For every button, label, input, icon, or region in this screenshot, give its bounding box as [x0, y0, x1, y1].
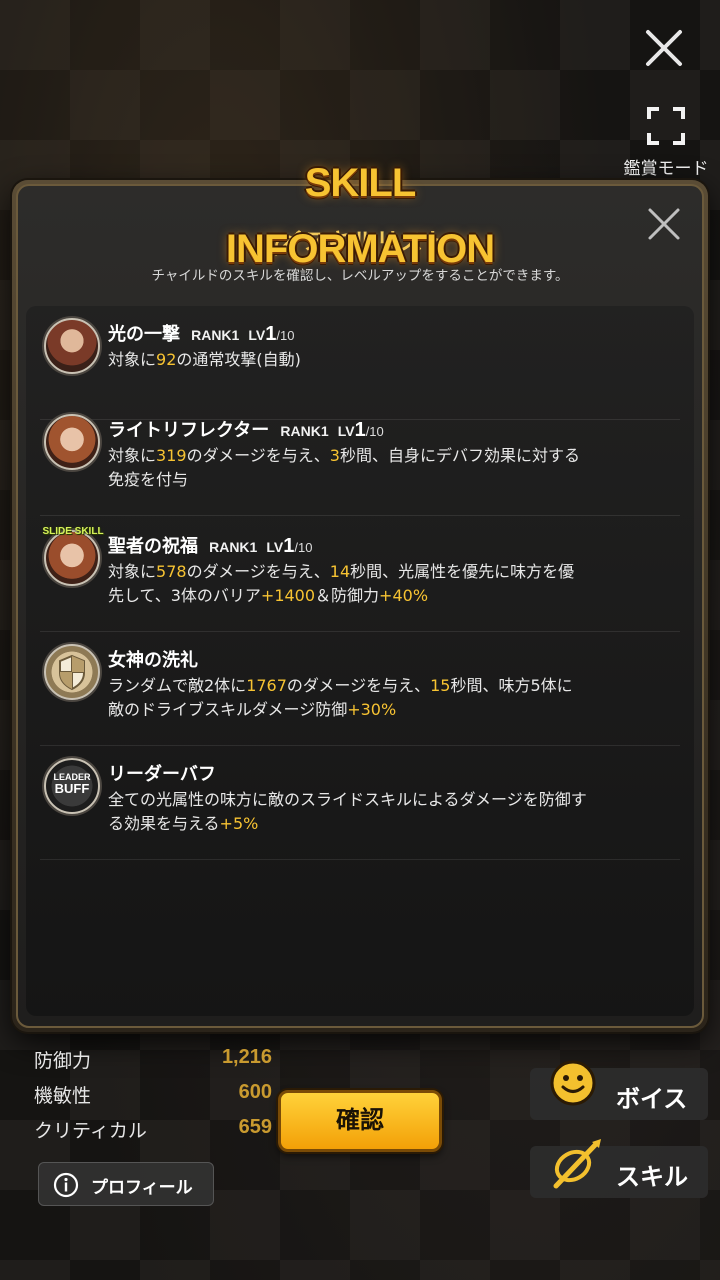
skill-item[interactable]: 女神の洗礼 ランダムで敵2体に1767のダメージを与え、15秒間、味方5体に敵の… [40, 632, 680, 746]
stat-value: 600 [238, 1081, 272, 1103]
skill-level: 1 [265, 323, 277, 345]
skill-text: のダメージを与え、 [186, 562, 330, 581]
skill-value-highlight: 15 [430, 676, 451, 695]
skill-swords-icon [553, 1139, 601, 1189]
skill-information-banner: SKILL INFORMATION [200, 150, 520, 271]
skill-value-highlight: 1767 [246, 676, 287, 695]
stat-label: クリティカル [34, 1120, 147, 1142]
skill-name: ライトリフレクター [108, 420, 270, 441]
skill-description: ランダムで敵2体に1767のダメージを与え、15秒間、味方5体に敵のドライブスキ… [108, 674, 588, 722]
skill-level-max: /10 [365, 424, 384, 439]
shield-icon [44, 644, 100, 700]
skill-portrait-icon [44, 414, 100, 470]
stat-value: 1,216 [221, 1046, 272, 1068]
skill-text: 対象に [108, 562, 157, 581]
skill-portrait-icon [44, 318, 100, 374]
slide-skill-badge: SLIDE SKILL [42, 526, 104, 537]
skill-name: リーダーバフ [108, 764, 216, 785]
view-mode-label: 鑑賞モード [623, 159, 709, 179]
leader-buff-icon: LEADER BUFF [44, 758, 100, 814]
skill-rank: RANK1 [280, 423, 329, 439]
leader-badge-bottom: BUFF [54, 781, 90, 796]
skill-description: 対象に319のダメージを与え、3秒間、自身にデバフ効果に対する免疫を付与 [108, 444, 588, 492]
skill-value-highlight: 578 [156, 562, 187, 581]
stat-row: 防御力 1,216 [34, 1046, 284, 1081]
smiley-icon [550, 1060, 596, 1106]
banner-text: SKILL INFORMATION [225, 161, 495, 271]
skill-level-label: LV [266, 539, 284, 555]
skill-value-highlight: 319 [156, 446, 187, 465]
skill-description: 対象に578のダメージを与え、14秒間、光属性を優先に味方を優先して、3体のバリ… [108, 560, 588, 608]
skill-value-highlight: +1400 [260, 586, 316, 605]
skill-text: のダメージを与え、 [186, 446, 330, 465]
skill-portrait-icon [44, 530, 100, 586]
skill-name: 聖者の祝福 [108, 536, 198, 557]
skill-value-highlight: 3 [329, 446, 340, 465]
skill-level-max: /10 [276, 328, 295, 343]
skill-rank: RANK1 [209, 539, 258, 555]
skill-value-highlight: 14 [329, 562, 351, 581]
skill-value-highlight: 92 [156, 350, 177, 369]
skill-level-max: /10 [294, 540, 313, 555]
info-icon [53, 1172, 79, 1198]
fullscreen-icon [647, 107, 685, 145]
skill-level-label: LV [248, 327, 266, 343]
stat-value: 659 [238, 1116, 272, 1138]
screen-close-button[interactable] [640, 24, 688, 72]
skill-value-highlight: +5% [219, 814, 259, 833]
skill-item[interactable]: ライトリフレクター RANK1 LV1/10 対象に319のダメージを与え、3秒… [40, 402, 680, 516]
skill-value-highlight: +40% [379, 586, 429, 605]
stat-label: 防御力 [34, 1050, 92, 1072]
confirm-button[interactable]: 確認 [278, 1090, 442, 1152]
skill-name: 光の一撃 [108, 324, 180, 345]
skill-button-label: スキル [616, 1163, 688, 1191]
voice-button-label: ボイス [616, 1085, 688, 1113]
skill-item[interactable]: LEADER BUFF リーダーバフ 全ての光属性の味方に敵のスライドスキルによ… [40, 746, 680, 860]
skill-button[interactable]: スキル [530, 1139, 708, 1198]
skill-description: 全ての光属性の味方に敵のスライドスキルによるダメージを防御する効果を与える+5% [108, 788, 588, 836]
skill-level-label: LV [337, 423, 355, 439]
close-icon [646, 30, 682, 66]
skill-level: 1 [354, 419, 366, 441]
voice-button[interactable]: ボイス [530, 1060, 708, 1120]
skill-value-highlight: +30% [347, 700, 397, 719]
modal-body: スキルリスト チャイルドのスキルを確認し、レベルアップをすることができます。 光… [16, 184, 704, 1028]
skill-info-modal: スキルリスト チャイルドのスキルを確認し、レベルアップをすることができます。 光… [12, 180, 708, 1032]
stat-row: 機敏性 600 [34, 1081, 284, 1116]
skill-text: ランダムで敵2体に [108, 676, 247, 695]
profile-button[interactable]: プロフィール [38, 1162, 214, 1206]
skill-rank: RANK1 [191, 327, 240, 343]
confirm-button-label: 確認 [336, 1106, 384, 1134]
stat-label: 機敏性 [34, 1085, 92, 1107]
view-mode-button[interactable]: 鑑賞モード [618, 106, 714, 182]
skill-text: 対象に [108, 350, 157, 369]
skill-text: 全ての光属性の味方に敵のスライドスキルによるダメージを防御する効果を与える [108, 790, 587, 833]
skill-text: の通常攻撃(自動) [176, 350, 301, 369]
skill-text: のダメージを与え、 [286, 676, 431, 695]
skill-level: 1 [283, 535, 295, 557]
stats-panel: 防御力 1,216 機敏性 600 クリティカル 659 [34, 1046, 284, 1151]
skill-text: ＆防御力 [315, 586, 380, 605]
skill-name: 女神の洗礼 [108, 650, 198, 671]
skill-list: 光の一撃 RANK1 LV1/10 対象に92の通常攻撃(自動) ライトリフレク… [26, 306, 694, 1016]
skill-description: 対象に92の通常攻撃(自動) [108, 348, 588, 372]
profile-button-label: プロフィール [91, 1178, 193, 1198]
skill-text: 対象に [108, 446, 157, 465]
skill-item[interactable]: SLIDE SKILL 聖者の祝福 RANK1 LV1/10 対象に578のダメ… [40, 518, 680, 632]
stat-row: クリティカル 659 [34, 1116, 284, 1151]
